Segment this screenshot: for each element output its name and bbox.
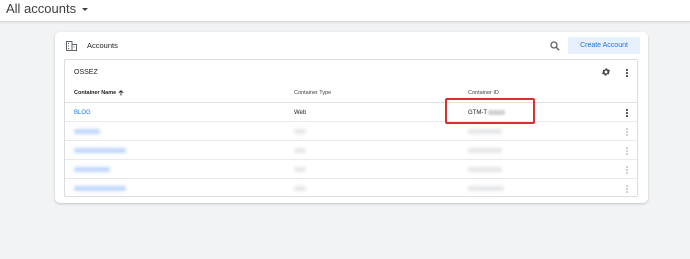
caret-down-icon (82, 7, 89, 11)
account-name: OSSEZ (74, 69, 98, 76)
container-type (294, 129, 306, 135)
table-header: Container Name Container Type Container … (65, 86, 637, 103)
table-row[interactable] (65, 161, 637, 179)
building-icon (66, 41, 77, 51)
row-more-icon[interactable] (625, 109, 629, 117)
container-name-link[interactable] (74, 167, 110, 173)
column-header-container-id: Container ID (468, 90, 499, 96)
account-more-icon[interactable] (625, 69, 629, 77)
column-header-container-name[interactable]: Container Name (74, 90, 124, 96)
row-more-icon[interactable] (625, 128, 629, 136)
container-type (294, 167, 306, 173)
container-name-link[interactable] (74, 148, 126, 154)
container-name-link[interactable] (74, 129, 100, 135)
account-switcher[interactable]: All accounts (6, 1, 89, 16)
container-id-highlight-box (445, 98, 535, 124)
row-more-icon[interactable] (625, 166, 629, 174)
row-more-icon[interactable] (625, 147, 629, 155)
table-row[interactable] (65, 123, 637, 141)
container-id (468, 129, 502, 135)
container-id (468, 167, 502, 173)
container-id (468, 186, 504, 192)
row-more-icon[interactable] (625, 185, 629, 193)
table-row[interactable]: BLOG Web GTM-T (65, 104, 637, 122)
search-icon[interactable] (550, 41, 560, 51)
create-account-button[interactable]: Create Account (568, 37, 640, 54)
gear-icon[interactable] (601, 67, 611, 77)
arrow-up-icon (118, 90, 124, 96)
account-switcher-label: All accounts (6, 1, 77, 16)
account-section: OSSEZ Container Name Container Type Cont… (64, 59, 638, 197)
container-id (468, 148, 502, 154)
table-row[interactable] (65, 142, 637, 160)
container-name-link[interactable] (74, 186, 126, 192)
table-row[interactable] (65, 180, 637, 198)
card-header: Accounts Create Account (55, 32, 648, 60)
container-type: Web (294, 110, 307, 116)
accounts-card: Accounts Create Account OSSEZ Container … (55, 32, 648, 203)
container-type (294, 186, 306, 192)
column-header-container-type: Container Type (294, 90, 332, 96)
card-title: Accounts (87, 41, 118, 50)
container-type (294, 148, 306, 154)
column-header-label: Container Name (74, 90, 117, 96)
top-bar: All accounts (0, 0, 690, 22)
container-name-link[interactable]: BLOG (74, 110, 91, 116)
